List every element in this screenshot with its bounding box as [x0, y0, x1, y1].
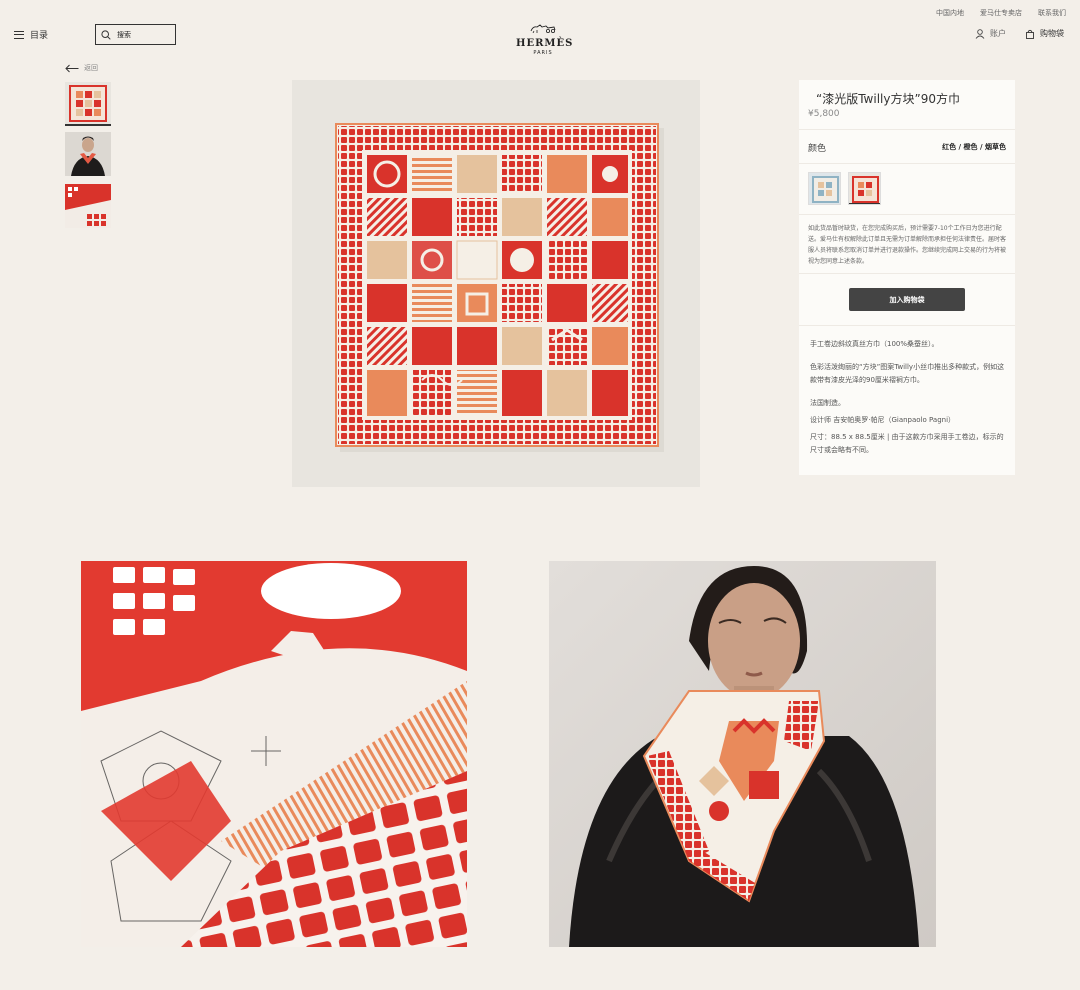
description-story: 色彩活泼绚丽的“方块”图案Twilly小丝巾推出多种款式，例如这款带有漆皮光泽的…	[810, 363, 1005, 384]
divider	[799, 129, 1015, 130]
description-size: 尺寸：88.5 x 88.5厘米 | 由于这款方巾采用手工卷边，标示的尺寸或会略…	[810, 433, 1004, 454]
back-label: 返回	[84, 64, 98, 72]
thumbnail-detail-image	[65, 184, 111, 228]
swatch-blue-image	[809, 173, 840, 204]
brand-city: PARIS	[533, 50, 553, 56]
account-link[interactable]: 账户	[975, 28, 1006, 39]
menu-label: 目录	[30, 31, 49, 41]
product-main-image[interactable]	[292, 80, 700, 487]
description-origin: 法国制造。	[810, 399, 845, 407]
product-price: ¥5,800	[808, 109, 840, 119]
color-value: 红色 / 橙色 / 烟草色	[942, 143, 1006, 151]
stock-notice: 如此货品暂时缺货，在您完成购买后，预计需要7-10个工作日为您进行配送。爱马仕有…	[808, 225, 1007, 265]
product-title: “漆光版Twilly方块”90方巾	[816, 92, 960, 106]
color-swatch-red[interactable]	[848, 172, 881, 205]
brand-logo[interactable]: HERMÈS PARIS	[516, 18, 574, 56]
menu-icon	[14, 30, 24, 39]
product-description: 手工卷边斜纹真丝方巾（100%桑蚕丝）。 色彩活泼绚丽的“方块”图案Twilly…	[810, 338, 1010, 461]
color-swatch-blue[interactable]	[808, 172, 841, 205]
search-input[interactable]: 搜索	[95, 24, 176, 45]
menu-button[interactable]: 目录	[14, 28, 48, 41]
thumbnail-detail[interactable]	[65, 184, 111, 228]
product-detail-image[interactable]	[81, 561, 467, 947]
link-region[interactable]: 中国内地	[936, 8, 964, 18]
description-designer: 设计师 吉安帕奥罗·帕尼（Gianpaolo Pagni）	[810, 416, 956, 424]
carriage-logo-icon	[530, 24, 556, 34]
search-placeholder: 搜索	[117, 30, 131, 39]
cart-label: 购物袋	[1040, 29, 1064, 38]
model-wearing-scarf-illustration	[549, 561, 936, 947]
divider	[799, 325, 1015, 326]
divider	[799, 273, 1015, 274]
search-icon	[101, 29, 111, 40]
thumbnail-model[interactable]	[65, 132, 111, 176]
back-link[interactable]: 返回	[65, 63, 98, 73]
thumbnail-model-image	[65, 132, 111, 176]
account-icon	[975, 28, 985, 39]
link-stores[interactable]: 爱马仕专卖店	[980, 8, 1022, 18]
scarf-illustration	[292, 80, 700, 487]
color-label: 颜色	[808, 144, 827, 154]
account-label: 账户	[990, 29, 1006, 38]
link-contact[interactable]: 联系我们	[1038, 8, 1066, 18]
divider	[799, 214, 1015, 215]
description-material: 手工卷边斜纹真丝方巾（100%桑蚕丝）。	[810, 340, 939, 348]
add-to-cart-button[interactable]: 加入购物袋	[849, 288, 965, 311]
cart-icon	[1026, 29, 1034, 39]
divider	[799, 163, 1015, 164]
thumbnail-scarf[interactable]	[65, 82, 111, 126]
swatch-red-image	[849, 173, 880, 204]
product-model-image[interactable]	[549, 561, 936, 947]
brand-name: HERMÈS	[516, 38, 574, 49]
scarf-closeup-illustration	[81, 561, 467, 947]
thumbnail-scarf-image	[65, 82, 111, 126]
back-arrow-icon	[65, 64, 79, 72]
utility-links: 中国内地 爱马仕专卖店 联系我们	[936, 8, 1066, 18]
cart-link[interactable]: 购物袋	[1025, 28, 1064, 39]
product-info-panel: “漆光版Twilly方块”90方巾 ¥5,800 颜色 红色 / 橙色 / 烟草…	[799, 80, 1015, 475]
